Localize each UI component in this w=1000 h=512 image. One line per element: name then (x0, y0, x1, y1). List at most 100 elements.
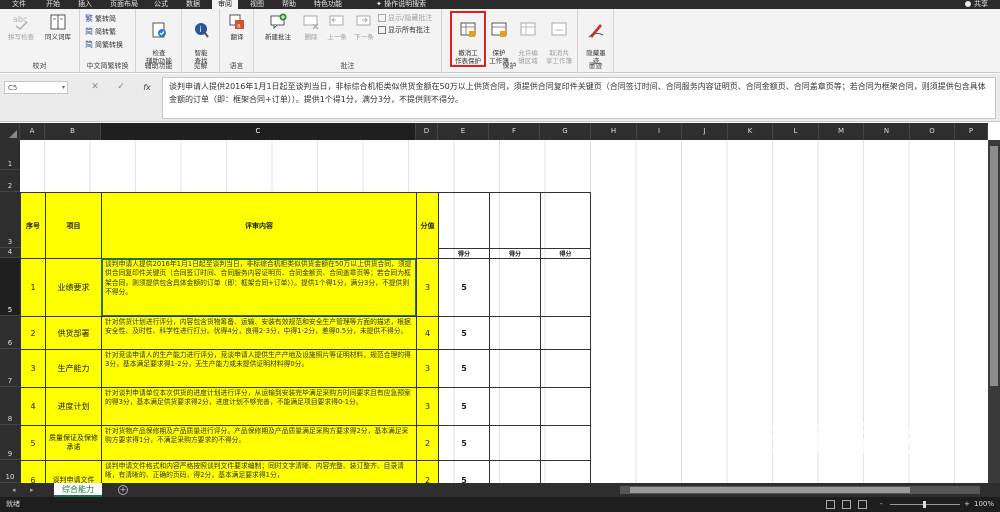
tab-view[interactable]: 视图 (244, 0, 270, 9)
column-header-m[interactable]: M (819, 123, 864, 140)
cell-score[interactable]: 2 (416, 460, 439, 483)
smart-lookup-button[interactable]: i 智能 查找 (185, 13, 217, 65)
insert-function-button[interactable]: fx (140, 81, 154, 94)
row-header-7[interactable]: 7 (0, 349, 20, 387)
tell-me-search[interactable]: ✦ 操作说明搜索 (370, 0, 432, 9)
column-header-i[interactable]: I (637, 123, 682, 140)
select-all-button[interactable] (0, 123, 20, 140)
cell-empty[interactable] (489, 349, 541, 388)
show-hide-comment-toggle[interactable]: 显示/隐藏批注 (378, 13, 432, 23)
cell-empty[interactable] (540, 387, 591, 426)
cell-got[interactable]: 5 (438, 349, 490, 388)
column-header-g[interactable]: G (540, 123, 591, 140)
cell-empty[interactable] (489, 460, 541, 483)
cell-content-selected[interactable]: 谈判申请人提供2016年1月1日起至谈判当日，非标综合机柜类似供货金额在50万以… (101, 258, 417, 317)
row-header-10[interactable]: 10 (0, 460, 20, 483)
sheet-prev-icon[interactable]: ◂ (12, 483, 16, 497)
unshare-workbook-button[interactable]: 取消共 享工作簿 (544, 13, 574, 65)
column-header-e[interactable]: E (438, 123, 489, 140)
column-header-k[interactable]: K (728, 123, 773, 140)
row-header-4[interactable]: 4 (0, 248, 20, 258)
cell-content[interactable]: 谈判申请文件格式和内容严格按照谈判文件要求编制；同时文字清晰、内容完整、装订整齐… (101, 460, 417, 483)
cell-score[interactable]: 3 (416, 349, 439, 388)
normal-view-icon[interactable] (826, 500, 835, 509)
cell-empty[interactable] (489, 316, 541, 350)
unprotect-sheet-button[interactable]: 撤消工 作表保护 (450, 11, 486, 67)
spell-check-button[interactable]: abc 拼写检查 (4, 13, 38, 41)
column-header-o[interactable]: O (910, 123, 955, 140)
page-break-view-icon[interactable] (858, 500, 867, 509)
cell-empty[interactable] (540, 460, 591, 483)
thesaurus-button[interactable]: 同义词库 (40, 13, 76, 41)
zoom-in-button[interactable]: + (964, 497, 970, 512)
zoom-slider-thumb[interactable] (923, 501, 926, 508)
page-layout-view-icon[interactable] (842, 500, 851, 509)
cell-got[interactable]: 5 (438, 425, 490, 461)
cell-content[interactable]: 针对货物产品保修期及产品质量进行评分。产品保修期及产品质量满足采购方要求得2分，… (101, 425, 417, 461)
cell-got[interactable]: 5 (438, 460, 490, 483)
protect-workbook-button[interactable]: 保护 工作簿 (485, 13, 513, 65)
horizontal-scrollbar[interactable] (620, 486, 980, 494)
cell-content[interactable]: 针对竞谈申请人的生产能力进行评分，竞谈申请人提供生产产地及设施照片等证明材料，规… (101, 349, 417, 388)
tab-file[interactable]: 文件 (6, 0, 32, 9)
scroll-thumb[interactable] (630, 487, 910, 493)
cell-item[interactable]: 谈判申请文件 (45, 460, 102, 483)
cell-content[interactable]: 针对谈判申请单位本次供货的进度计划进行评分，从运输到安装完毕满足采购方时间要求且… (101, 387, 417, 426)
zoom-out-button[interactable]: - (880, 497, 883, 512)
tab-review[interactable]: 审阅 (212, 0, 238, 9)
column-header-h[interactable]: H (591, 123, 637, 140)
formula-input[interactable]: 谈判申请人提供2016年1月1日起至谈判当日，非标综合机柜类似供货金额在50万以… (162, 77, 996, 119)
cell-empty[interactable] (489, 258, 541, 317)
row-header-2[interactable]: 2 (0, 170, 20, 192)
cell-score[interactable]: 2 (416, 425, 439, 461)
cell-item[interactable]: 业绩要求 (45, 258, 102, 317)
new-comment-button[interactable]: 新建批注 (258, 13, 298, 41)
scroll-thumb[interactable] (990, 146, 998, 386)
allow-edit-ranges-button[interactable]: 允许编 辑区域 (514, 13, 542, 65)
column-header-l[interactable]: L (773, 123, 819, 140)
cell-got[interactable]: 5 (438, 316, 490, 350)
row-header-8[interactable]: 8 (0, 387, 20, 425)
cell-got[interactable]: 5 (438, 258, 490, 317)
column-header-p[interactable]: P (955, 123, 988, 140)
share-button[interactable]: 共享 (965, 0, 988, 9)
cell-empty[interactable] (540, 258, 591, 317)
tab-page-layout[interactable]: 页面布局 (104, 0, 144, 9)
conversion-button[interactable]: 简简繁转换 (85, 40, 123, 50)
show-all-comments-toggle[interactable]: 显示所有批注 (378, 25, 430, 35)
cell-seq[interactable]: 5 (20, 425, 46, 461)
next-comment-button[interactable]: 下一条 (351, 13, 377, 41)
row-header-9[interactable]: 9 (0, 425, 20, 460)
hide-ink-button[interactable]: 隐藏墨 迹 (580, 13, 612, 65)
cell-seq[interactable]: 1 (20, 258, 46, 317)
cell-empty[interactable] (489, 425, 541, 461)
name-box[interactable]: C5 ▾ (4, 81, 68, 94)
tab-help[interactable]: 帮助 (276, 0, 302, 9)
worksheet-grid[interactable]: A B C D E F G H I J K L M N O P 1 2 3 4 … (0, 123, 1000, 483)
translate-button[interactable]: a 翻译 (223, 13, 251, 41)
cell-empty[interactable] (540, 425, 591, 461)
cell-seq[interactable]: 3 (20, 349, 46, 388)
row-header-3[interactable]: 3 (0, 192, 20, 248)
column-header-j[interactable]: J (682, 123, 728, 140)
cancel-entry-button[interactable]: ✕ (88, 81, 102, 94)
tab-insert[interactable]: 插入 (72, 0, 98, 9)
cell-item[interactable]: 质量保证及保修承诺 (45, 425, 102, 461)
column-header-n[interactable]: N (864, 123, 910, 140)
column-header-c[interactable]: C (101, 123, 416, 140)
cell-seq[interactable]: 2 (20, 316, 46, 350)
check-accessibility-button[interactable]: 检查 辅助功能 (139, 13, 179, 65)
cell-seq[interactable]: 6 (20, 460, 46, 483)
cell-score[interactable]: 3 (416, 387, 439, 426)
cell-content[interactable]: 针对供货计划进行评分，内容包含货物筹备、运输、安装有效规范和安全生产管理等方面的… (101, 316, 417, 350)
vertical-scrollbar[interactable] (988, 140, 1000, 483)
add-sheet-button[interactable]: + (118, 485, 128, 495)
confirm-entry-button[interactable]: ✓ (114, 81, 128, 94)
tab-data[interactable]: 数据 (180, 0, 206, 9)
previous-comment-button[interactable]: 上一条 (324, 13, 350, 41)
cell-empty[interactable] (489, 387, 541, 426)
column-header-d[interactable]: D (416, 123, 438, 140)
cell-empty[interactable] (540, 316, 591, 350)
cell-empty[interactable] (540, 349, 591, 388)
trad-to-simp-button[interactable]: 繁繁转简 (85, 14, 116, 24)
